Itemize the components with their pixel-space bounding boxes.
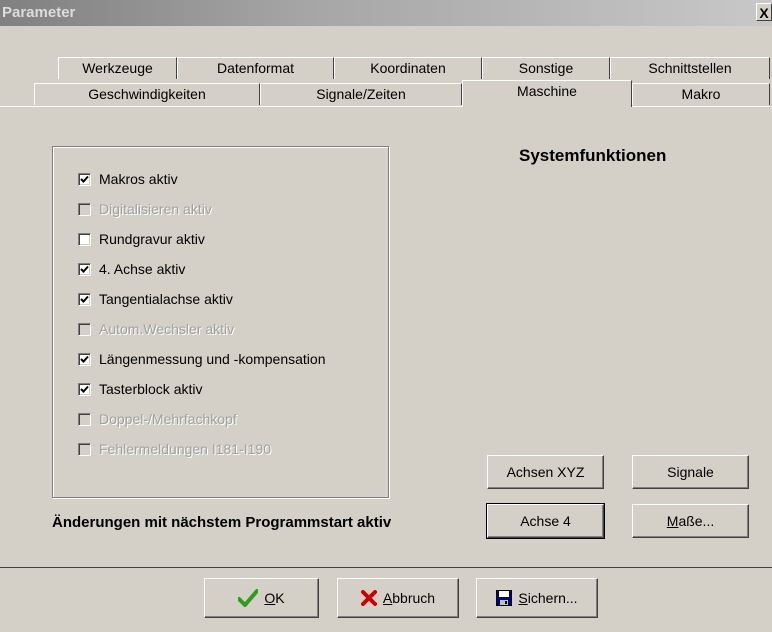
tab-koordinaten[interactable]: Koordinaten [334, 57, 482, 79]
achse4-button[interactable]: Achse 4 [486, 503, 605, 539]
close-button[interactable]: X [756, 3, 772, 21]
option-checkbox: Doppel-/Mehrfachkopf [78, 408, 237, 430]
masse-label: Maße... [666, 513, 715, 529]
option-checkbox[interactable]: Längenmessung und -kompensation [78, 348, 326, 370]
window-title: Parameter [2, 4, 76, 21]
option-checkbox: Fehlermeldungen I181-I190 [78, 438, 271, 460]
option-checkbox: Autom.Wechsler aktiv [78, 318, 234, 340]
checkbox-checked-icon[interactable] [78, 292, 91, 306]
option-label: Tasterblock aktiv [99, 381, 203, 397]
tab-werkzeuge[interactable]: Werkzeuge [58, 57, 177, 79]
option-label: Fehlermeldungen I181-I190 [99, 441, 272, 457]
ok-label: OK [264, 590, 285, 606]
checkbox-empty-icon [78, 412, 91, 426]
checkmark-icon [238, 589, 259, 607]
option-label: 4. Achse aktiv [99, 261, 186, 277]
option-checkbox[interactable]: Tangentialachse aktiv [78, 288, 233, 310]
option-label: Rundgravur aktiv [99, 231, 205, 247]
tab-geschwindigkeiten[interactable]: Geschwindigkeiten [34, 83, 260, 105]
tab-sonstige[interactable]: Sonstige [482, 57, 610, 79]
checkbox-empty-icon [78, 202, 91, 216]
option-checkbox[interactable]: 4. Achse aktiv [78, 258, 185, 280]
tab-maschine[interactable]: Maschine [462, 80, 632, 107]
option-label: Autom.Wechsler aktiv [99, 321, 235, 337]
tab-schnittstellen[interactable]: Schnittstellen [610, 57, 770, 79]
checkbox-empty-icon [78, 322, 91, 336]
abbruch-label: Abbruch [382, 590, 436, 606]
sichern-button[interactable]: Sichern... [476, 578, 598, 618]
option-checkbox: Digitalisieren aktiv [78, 198, 212, 220]
option-label: Längenmessung und -kompensation [99, 351, 326, 367]
systemfunktionen-heading: Systemfunktionen [519, 146, 667, 165]
option-label: Digitalisieren aktiv [99, 201, 212, 217]
checkbox-checked-icon[interactable] [78, 262, 91, 276]
tab-datenformat[interactable]: Datenformat [177, 57, 334, 79]
achse4-label: Achse 4 [520, 513, 571, 529]
tab-makro[interactable]: Makro [632, 83, 770, 105]
option-label: Doppel-/Mehrfachkopf [99, 411, 237, 427]
option-label: Makros aktiv [99, 171, 178, 187]
abbruch-button[interactable]: Abbruch [337, 578, 459, 618]
option-checkbox[interactable]: Makros aktiv [78, 168, 178, 190]
tab-signale-zeiten[interactable]: Signale/Zeiten [260, 83, 462, 105]
signale-button[interactable]: Signale [632, 455, 749, 489]
checkbox-checked-icon[interactable] [78, 352, 91, 366]
checkbox-empty-icon [78, 442, 91, 456]
achsen-xyz-label: Achsen XYZ [506, 464, 585, 480]
option-checkbox[interactable]: Tasterblock aktiv [78, 378, 202, 400]
achsen-xyz-button[interactable]: Achsen XYZ [487, 455, 604, 489]
checkbox-checked-icon[interactable] [78, 382, 91, 396]
ok-button[interactable]: OK [204, 578, 319, 618]
option-label: Tangentialachse aktiv [99, 291, 233, 307]
title-bar: Parameter X [0, 0, 772, 26]
masse-button[interactable]: Maße... [632, 504, 749, 538]
sichern-label: Sichern... [518, 590, 578, 606]
floppy-disk-icon [496, 590, 513, 606]
signale-label: Signale [667, 464, 714, 480]
checkbox-checked-icon[interactable] [78, 172, 91, 186]
red-x-icon [360, 590, 377, 606]
restart-note: Änderungen mit nächstem Programmstart ak… [52, 514, 392, 531]
option-checkbox[interactable]: Rundgravur aktiv [78, 228, 205, 250]
checkbox-empty-icon[interactable] [78, 232, 91, 246]
